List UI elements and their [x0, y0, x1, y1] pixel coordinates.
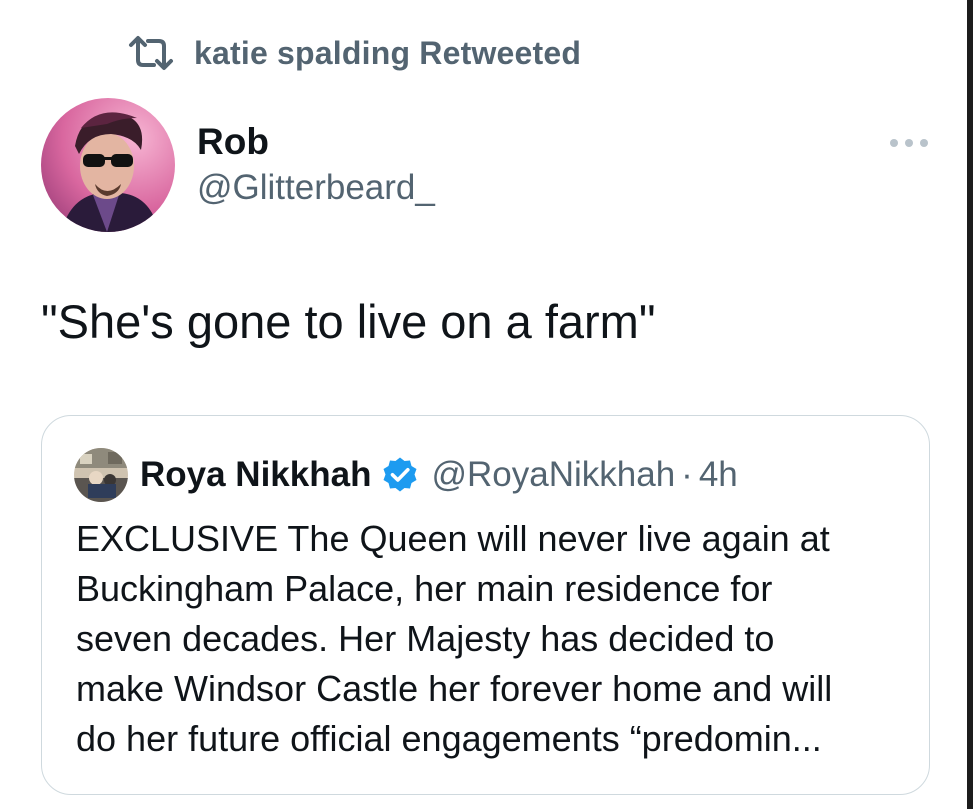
quote-text-line: make Windsor Castle her forever home and… — [76, 668, 833, 709]
quote-text-line: EXCLUSIVE The Queen will never live agai… — [76, 518, 830, 559]
more-options-button[interactable] — [884, 128, 934, 158]
tweet-page: katie spalding Retweeted Rob @Glitterbea — [0, 0, 973, 809]
scrollbar[interactable] — [967, 0, 973, 809]
quote-text-line: Buckingham Palace, her main residence fo… — [76, 568, 773, 609]
quote-timestamp[interactable]: 4h — [699, 455, 738, 495]
quote-text-line: do her future official engagements “pred… — [76, 718, 822, 759]
retweet-icon — [129, 36, 173, 70]
tweet-text: "She's gone to live on a farm" — [41, 295, 656, 348]
quote-text: EXCLUSIVE The Queen will never live agai… — [76, 514, 916, 764]
author-avatar-image — [41, 98, 175, 232]
quote-header: Roya Nikkhah @RoyaNikkhah · 4h — [140, 452, 738, 498]
quote-author-handle[interactable]: @RoyaNikkhah — [431, 455, 675, 495]
author-avatar[interactable] — [41, 98, 175, 232]
quote-author-name[interactable]: Roya Nikkhah — [140, 455, 371, 495]
retweet-indicator[interactable]: katie spalding Retweeted — [128, 33, 581, 73]
more-horizontal-icon — [890, 139, 928, 147]
verified-badge-icon — [383, 457, 417, 492]
author-name[interactable]: Rob — [197, 119, 269, 165]
retweeted-by-text: katie spalding Retweeted — [194, 34, 582, 71]
quoted-tweet-card[interactable]: Roya Nikkhah @RoyaNikkhah · 4h EXCLUSIVE… — [41, 415, 930, 795]
quote-author-avatar[interactable] — [74, 448, 128, 502]
quote-author-avatar-image — [74, 448, 128, 502]
quote-text-line: seven decades. Her Majesty has decided t… — [76, 618, 775, 659]
author-handle[interactable]: @Glitterbeard_ — [197, 165, 435, 211]
separator-dot: · — [681, 455, 693, 494]
